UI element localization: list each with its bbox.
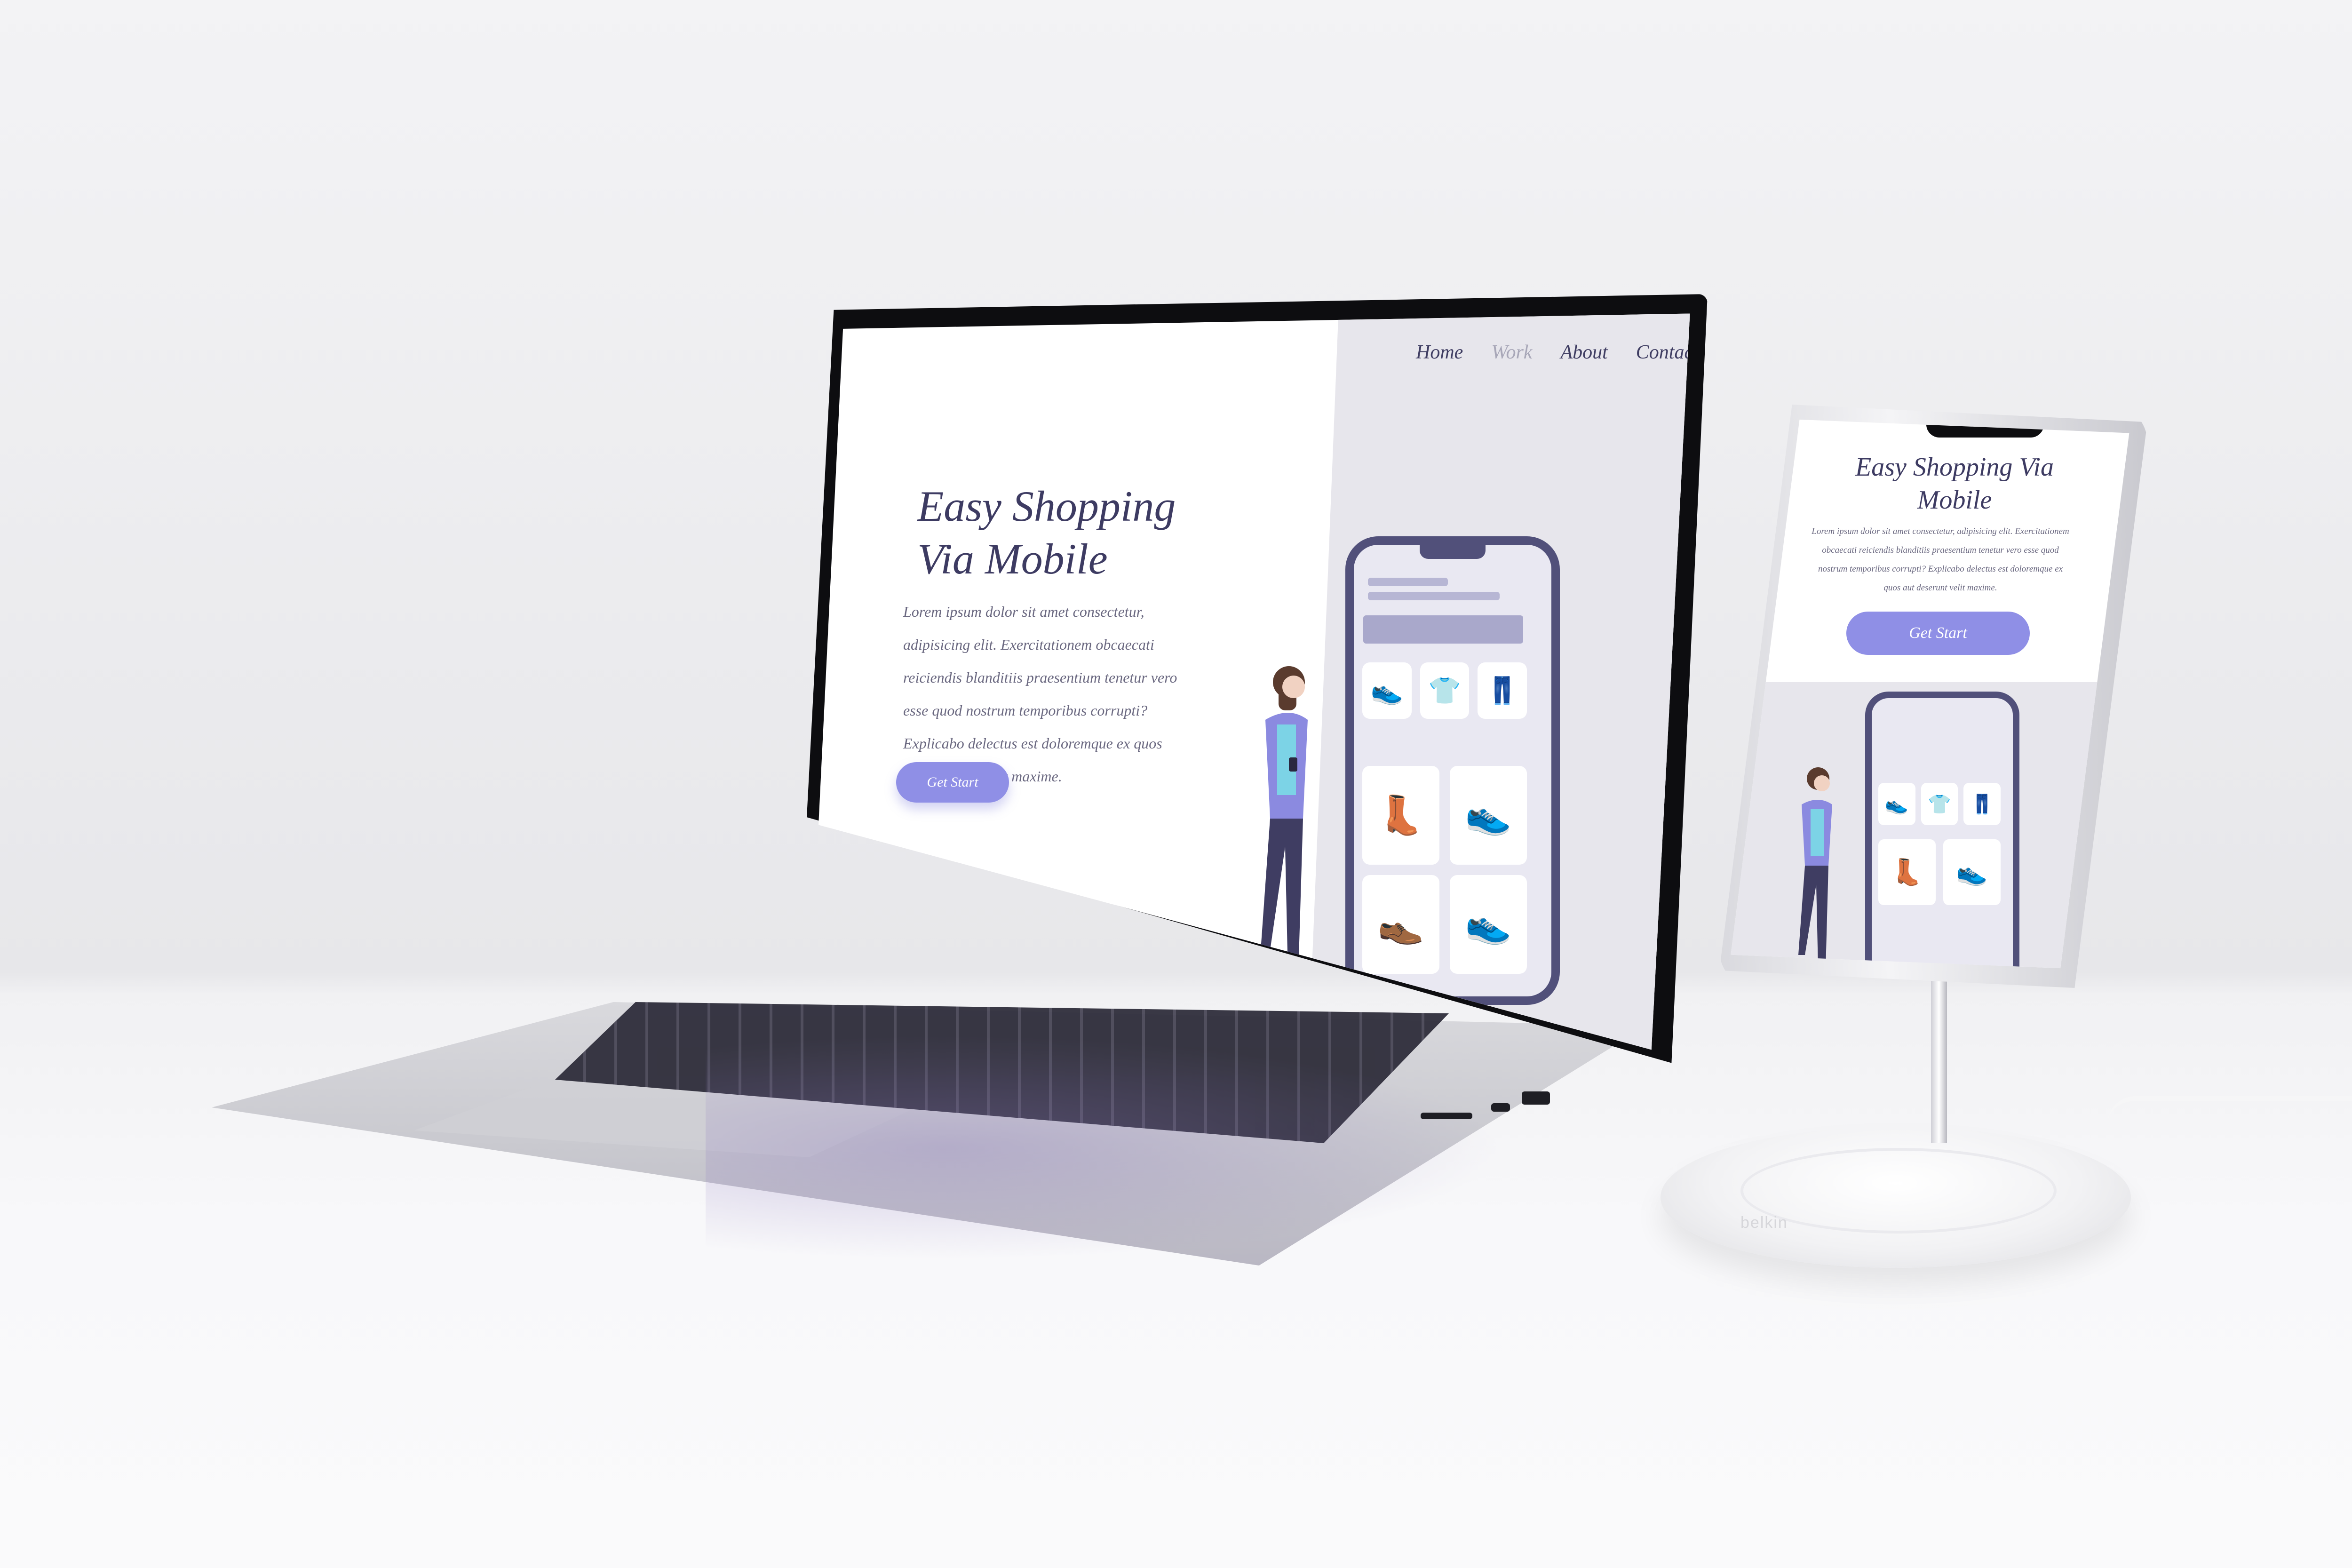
mobile-illustration-grid-large: 👢 👟: [1878, 839, 2001, 905]
shirt-icon: 👕: [1420, 662, 1470, 719]
heel-icon: 👢: [1878, 839, 1936, 905]
hero-title: Easy Shopping Via Mobile: [917, 480, 1200, 585]
shoe-icon: 👟: [1943, 839, 2001, 905]
shoe-icon: 👟: [1362, 662, 1412, 719]
phone-illustration: 👟 👕 👖 👢 👟 👞 👟: [1345, 536, 1560, 1005]
mobile-illustration-grid: 👟 👕 👖: [1878, 783, 2001, 825]
laptop-screen: Home Work About Contact Easy Shopping Vi…: [818, 313, 1690, 1050]
stand-brand-logo: belkin: [1740, 1214, 1788, 1232]
shoe-icon: 👞: [1362, 875, 1439, 974]
nav-work[interactable]: Work: [1491, 341, 1532, 364]
shoe-icon: 👟: [1450, 766, 1527, 865]
illustration-product-grid: 👟 👕 👖: [1362, 662, 1527, 719]
illustration-text-bar: [1368, 578, 1448, 586]
product-mockup-scene: Home Work About Contact Easy Shopping Vi…: [0, 0, 2352, 1568]
pants-icon: 👖: [1478, 662, 1527, 719]
get-start-button[interactable]: Get Start: [896, 762, 1009, 803]
mobile-shopper-illustration: [1798, 767, 1832, 969]
pants-icon: 👖: [1963, 783, 2001, 825]
heel-icon: 👢: [1362, 766, 1439, 865]
illustration-text-bar: [1368, 592, 1500, 600]
site-nav: Home Work About Contact: [1416, 341, 1690, 364]
hero-title-line2: Via Mobile: [917, 535, 1108, 583]
hdmi-port: [1522, 1091, 1550, 1105]
shirt-icon: 👕: [1921, 783, 1958, 825]
mobile-hero-description: Lorem ipsum dolor sit amet consectetur, …: [1812, 526, 2069, 593]
mobile-phone-illustration: 👟 👕 👖 👢 👟: [1865, 692, 2019, 969]
illustration-search-bar: [1363, 615, 1523, 644]
nav-home[interactable]: Home: [1416, 341, 1463, 364]
nav-contact[interactable]: Contact: [1636, 341, 1690, 364]
usb-c-port: [1491, 1103, 1510, 1112]
mobile-hero-title: Easy Shopping Via Mobile: [1855, 453, 2054, 515]
sd-card-slot: [1421, 1113, 1472, 1119]
shoe-icon: 👟: [1878, 783, 1915, 825]
nav-about[interactable]: About: [1560, 341, 1607, 364]
illustration-notch: [1420, 543, 1486, 559]
shoe-icon: 👟: [1450, 875, 1527, 974]
shopper-illustration: [1254, 666, 1308, 979]
illustration-product-grid-large: 👢 👟 👞 👟: [1362, 766, 1527, 974]
hero-title-line1: Easy Shopping: [917, 482, 1176, 530]
mobile-get-start-button[interactable]: Get Start: [1846, 612, 2030, 655]
charger-cable: [2107, 1096, 2352, 1138]
